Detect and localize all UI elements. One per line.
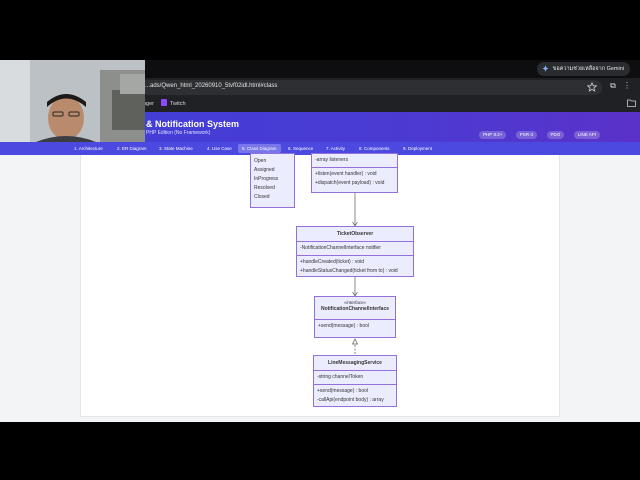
badge: PSR-4 (515, 131, 538, 139)
event-dispatcher-class: -array listeners +listen(event handler) … (311, 153, 398, 193)
bottom-letterbox (0, 422, 640, 480)
class-attribute: -NotificationChannelInterface notifier (300, 245, 381, 251)
notification-channel-interface: «interface» NotificationChannelInterface… (314, 296, 396, 338)
webcam-overlay (0, 60, 145, 142)
tab-architecture[interactable]: 1. Architecture (70, 144, 107, 153)
enum-value: InProgress (254, 176, 279, 182)
class-method: +send(message) : bool (317, 388, 369, 394)
address-url: ...ads/Qwen_html_20260910_5tvf02idl.html… (145, 83, 278, 89)
class-attribute: -array listeners (315, 157, 349, 163)
enum-value: Open (254, 158, 267, 164)
tab-er-diagram[interactable]: 2. ER Diagram (113, 144, 151, 153)
gemini-sparkle-icon (541, 65, 549, 72)
webcam-feed (0, 60, 145, 142)
gemini-label: ขอความช่วยเหลือจาก Gemini (552, 66, 624, 72)
bookmark-label: Twitch (170, 101, 186, 107)
tab-components[interactable]: 8. Components (355, 144, 394, 153)
enum-value: Resolved (254, 185, 275, 191)
class-attribute: -string channelToken (317, 374, 364, 380)
tab-class-diagram[interactable]: 5. Class Diagram (238, 144, 281, 153)
tab-deployment[interactable]: 9. Deployment (399, 144, 436, 153)
class-name: NotificationChannelInterface (320, 306, 390, 312)
badge: PDO (546, 131, 565, 139)
ticket-observer-class: TicketObserver -NotificationChannelInter… (296, 226, 414, 277)
folder-icon[interactable] (627, 99, 636, 107)
class-method: -callApi(endpoint body) : array (317, 397, 384, 403)
enum-value: Assigned (254, 167, 275, 173)
tab-use-case[interactable]: 4. Use Case (203, 144, 236, 153)
badge: PHP 8.2+ (479, 131, 507, 139)
extensions-icon[interactable]: ⧉ (608, 80, 618, 92)
tech-badges: PHP 8.2+ PSR-4 PDO LINE API (474, 123, 600, 141)
class-method: +listen(event handler) : void (315, 171, 377, 177)
line-messaging-service-class: LineMessagingService -string channelToke… (313, 355, 397, 407)
twitch-icon (161, 99, 167, 106)
tab-state-machine[interactable]: 3. State Machine (155, 144, 197, 153)
class-diagram-card: Open Assigned InProgress Resolved Closed… (80, 153, 560, 417)
class-method: +dispatch(event payload) : void (315, 180, 385, 186)
badge: LINE API (573, 131, 600, 139)
ticket-status-enum: Open Assigned InProgress Resolved Closed (250, 153, 295, 208)
gemini-button[interactable]: ขอความช่วยเหลือจาก Gemini (536, 62, 630, 76)
bookmark-star-icon[interactable] (587, 82, 597, 92)
class-method: +send(message) : bool (318, 323, 370, 329)
class-name: LineMessagingService (328, 360, 382, 366)
realization-arrow (351, 338, 359, 345)
enum-value: Closed (254, 194, 270, 200)
page-title: & Notification System (146, 119, 240, 129)
tab-activity[interactable]: 7. Activity (322, 144, 349, 153)
bookmark-twitch[interactable]: Twitch (161, 99, 186, 110)
class-method: +handleStatusChanged(ticket from to) : v… (300, 268, 398, 274)
menu-icon[interactable]: ⋮ (622, 80, 632, 92)
tab-sequence[interactable]: 6. Sequence (284, 144, 317, 153)
screen: ขอความช่วยเหลือจาก Gemini ...ads/Qwen_ht… (0, 0, 640, 480)
class-name: TicketObserver (336, 231, 374, 237)
class-stereotype: «interface» (343, 300, 367, 305)
address-bar[interactable]: ...ads/Qwen_html_20260910_5tvf02idl.html… (140, 80, 602, 95)
class-method: +handleCreated(ticket) : void (300, 259, 365, 265)
page-subtitle: PHP Edition (No Framework) (146, 130, 211, 136)
